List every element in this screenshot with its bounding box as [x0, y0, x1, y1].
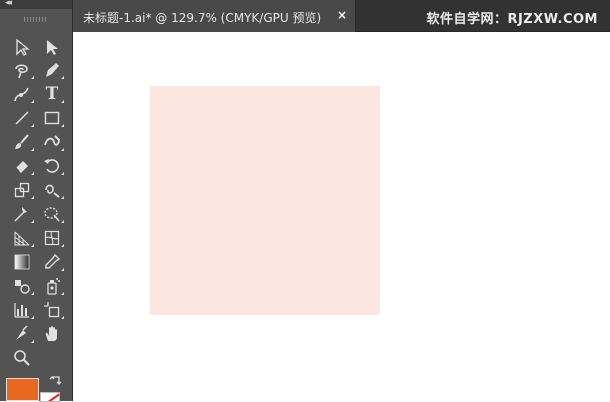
eraser-tool-icon[interactable]: [10, 155, 34, 177]
artboard-tool-icon[interactable]: [40, 299, 64, 321]
tools-panel: ◂◂ T: [0, 0, 73, 402]
scale-tool-icon[interactable]: [10, 179, 34, 201]
watermark-text: 软件自学网：RJZXW.COM: [426, 12, 598, 27]
zoom-tool-icon[interactable]: [10, 347, 34, 369]
perspective-grid-tool-icon[interactable]: [10, 227, 34, 249]
puppet-warp-tool-icon[interactable]: [10, 203, 34, 225]
selection-tool-icon[interactable]: [10, 36, 34, 58]
rectangle-shape[interactable]: [150, 86, 380, 315]
document-tab-bar: 未标题-1.ai* @ 129.7% (CMYK/GPU 预览) × 软件自学网…: [73, 0, 610, 32]
mesh-tool-icon[interactable]: [40, 227, 64, 249]
document-tab-title[interactable]: 未标题-1.ai* @ 129.7% (CMYK/GPU 预览): [83, 9, 321, 26]
pen-tool-icon[interactable]: [40, 59, 64, 81]
curvature-tool-icon[interactable]: [10, 83, 34, 105]
warp-tool-icon[interactable]: [40, 179, 64, 201]
blend-tool-icon[interactable]: [10, 275, 34, 297]
rotate-tool-icon[interactable]: [40, 155, 64, 177]
paintbrush-tool-icon[interactable]: [10, 131, 34, 153]
swap-fill-stroke-icon[interactable]: [49, 374, 63, 388]
magic-wand-tool-icon[interactable]: [10, 59, 34, 81]
slice-tool-icon[interactable]: [10, 323, 34, 345]
type-tool-icon[interactable]: T: [40, 83, 64, 105]
gradient-tool-icon[interactable]: [10, 251, 34, 273]
close-icon[interactable]: ×: [337, 8, 347, 22]
hand-tool-icon[interactable]: [40, 323, 64, 345]
direct-selection-tool-icon[interactable]: [40, 36, 64, 58]
document-tab[interactable]: 未标题-1.ai* @ 129.7% (CMYK/GPU 预览) ×: [73, 0, 356, 32]
column-graph-tool-icon[interactable]: [10, 299, 34, 321]
fill-color-swatch[interactable]: [6, 378, 39, 401]
free-transform-tool-icon[interactable]: [40, 203, 64, 225]
symbol-sprayer-tool-icon[interactable]: [40, 275, 64, 297]
shaper-tool-icon[interactable]: [40, 131, 64, 153]
panel-grip[interactable]: [24, 17, 46, 22]
rectangle-tool-icon[interactable]: [40, 107, 64, 129]
eyedropper-tool-icon[interactable]: [40, 251, 64, 273]
collapse-panel-icon[interactable]: ◂◂: [5, 0, 12, 8]
line-segment-tool-icon[interactable]: [10, 107, 34, 129]
tools-panel-header: ◂◂: [0, 0, 72, 9]
